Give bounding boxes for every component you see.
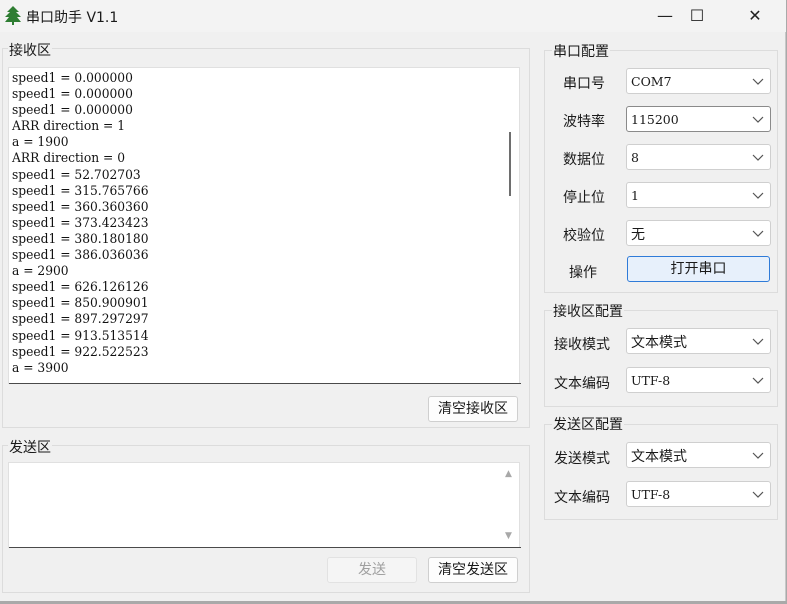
receive-mode-select[interactable]: 文本模式 — [626, 328, 771, 354]
clear-send-label: 清空发送区 — [438, 562, 508, 578]
send-mode-label: 发送模式 — [554, 451, 610, 467]
send-button-label: 发送 — [358, 562, 386, 578]
maximize-button[interactable]: ☐ — [668, 0, 726, 32]
port-select[interactable]: COM7 — [626, 68, 771, 94]
receive-line: speed1 = 913.513514 — [12, 328, 149, 344]
databits-select[interactable]: 8 — [626, 144, 771, 170]
databits-label: 数据位 — [563, 152, 605, 168]
send-mode-select[interactable]: 文本模式 — [626, 442, 771, 468]
receive-group-label: 接收区 — [8, 40, 52, 60]
close-button[interactable]: ✕ — [726, 0, 784, 32]
action-label: 操作 — [569, 265, 597, 281]
clear-send-button[interactable]: 清空发送区 — [428, 557, 518, 583]
receive-encoding-label: 文本编码 — [554, 376, 610, 392]
send-group-label: 发送区 — [8, 437, 52, 457]
parity-label: 校验位 — [563, 228, 605, 244]
chevron-down-icon — [752, 452, 764, 459]
stopbits-label: 停止位 — [563, 190, 605, 206]
baud-label: 波特率 — [563, 114, 605, 130]
chevron-down-icon — [752, 192, 764, 199]
receive-line: speed1 = 52.702703 — [12, 167, 141, 183]
parity-select[interactable]: 无 — [626, 220, 771, 246]
receive-line: speed1 = 386.036036 — [12, 248, 149, 264]
parity-value: 无 — [631, 227, 645, 243]
receive-line: speed1 = 0.000000 — [12, 87, 133, 103]
main-window: 串口助手 V1.1 — ☐ ✕ 接收区 speed1 = 0.000000 spe… — [0, 0, 786, 601]
receive-mode-label: 接收模式 — [554, 337, 610, 353]
receive-line: speed1 = 0.000000 — [12, 71, 133, 86]
chevron-down-icon — [752, 491, 764, 498]
send-encoding-label: 文本编码 — [554, 490, 610, 506]
receive-scrollbar[interactable] — [501, 68, 519, 384]
receive-line: speed1 = 315.765766 — [12, 183, 149, 199]
receive-line: speed1 = 850.900901 — [12, 296, 149, 312]
receive-line: speed1 = 360.360360 — [12, 199, 149, 215]
send-button[interactable]: 发送 — [327, 557, 417, 583]
receive-mode-value: 文本模式 — [631, 335, 687, 351]
receive-line: a = 1900 — [12, 135, 69, 151]
port-value: COM7 — [631, 74, 672, 89]
receive-encoding-value: UTF-8 — [631, 373, 671, 388]
send-textbox[interactable]: ▲ ▼ — [8, 462, 521, 548]
receive-config-label: 接收区配置 — [552, 301, 624, 321]
send-mode-value: 文本模式 — [631, 449, 687, 465]
receive-line: speed1 = 373.423423 — [12, 215, 149, 231]
title-bar: 串口助手 V1.1 — ☐ ✕ — [0, 0, 786, 32]
receive-line: ARR direction = 1 — [12, 119, 126, 135]
receive-line: speed1 = 0.000000 — [12, 103, 133, 119]
stopbits-select[interactable]: 1 — [626, 182, 771, 208]
send-encoding-value: UTF-8 — [631, 487, 671, 502]
receive-scroll-thumb[interactable] — [509, 132, 511, 196]
open-port-label: 打开串口 — [670, 261, 727, 277]
databits-value: 8 — [631, 150, 639, 165]
receive-line: speed1 = 380.180180 — [12, 231, 149, 247]
clear-receive-label: 清空接收区 — [438, 401, 508, 417]
send-scrollbar[interactable]: ▲ ▼ — [501, 463, 519, 548]
baud-value: 115200 — [631, 112, 679, 127]
chevron-down-icon — [752, 78, 764, 85]
scroll-down-arrow-icon[interactable]: ▼ — [505, 531, 512, 541]
chevron-down-icon — [752, 377, 764, 384]
clear-receive-button[interactable]: 清空接收区 — [428, 396, 518, 422]
receive-line: speed1 = 922.522523 — [12, 344, 149, 360]
chevron-down-icon — [752, 230, 764, 237]
receive-textbox[interactable]: speed1 = 0.000000 speed1 = 0.000000 speed1… — [8, 67, 521, 384]
receive-encoding-select[interactable]: UTF-8 — [626, 367, 771, 393]
scroll-up-arrow-icon[interactable]: ▲ — [505, 469, 512, 479]
window-title: 串口助手 V1.1 — [26, 10, 119, 26]
receive-bottom-border — [9, 383, 521, 384]
chevron-down-icon — [752, 116, 764, 123]
port-label: 串口号 — [563, 76, 605, 92]
receive-text: speed1 = 0.000000 speed1 = 0.000000 speed1… — [12, 71, 149, 377]
app-tree-icon — [5, 6, 21, 25]
receive-line: ARR direction = 0 — [12, 151, 126, 167]
receive-line: speed1 = 897.297297 — [12, 312, 149, 328]
receive-line: speed1 = 626.126126 — [12, 280, 149, 296]
close-icon: ✕ — [748, 6, 762, 25]
baud-select[interactable]: 115200 — [626, 106, 771, 132]
send-bottom-border — [9, 547, 521, 548]
serial-config-label: 串口配置 — [552, 41, 610, 61]
open-port-button[interactable]: 打开串口 — [627, 256, 770, 282]
chevron-down-icon — [752, 154, 764, 161]
receive-line: a = 2900 — [12, 264, 69, 280]
stopbits-value: 1 — [631, 188, 639, 203]
send-config-label: 发送区配置 — [552, 414, 624, 434]
receive-line: a = 3900 — [12, 360, 69, 376]
send-encoding-select[interactable]: UTF-8 — [626, 481, 771, 507]
chevron-down-icon — [752, 338, 764, 345]
maximize-icon: ☐ — [689, 6, 705, 25]
